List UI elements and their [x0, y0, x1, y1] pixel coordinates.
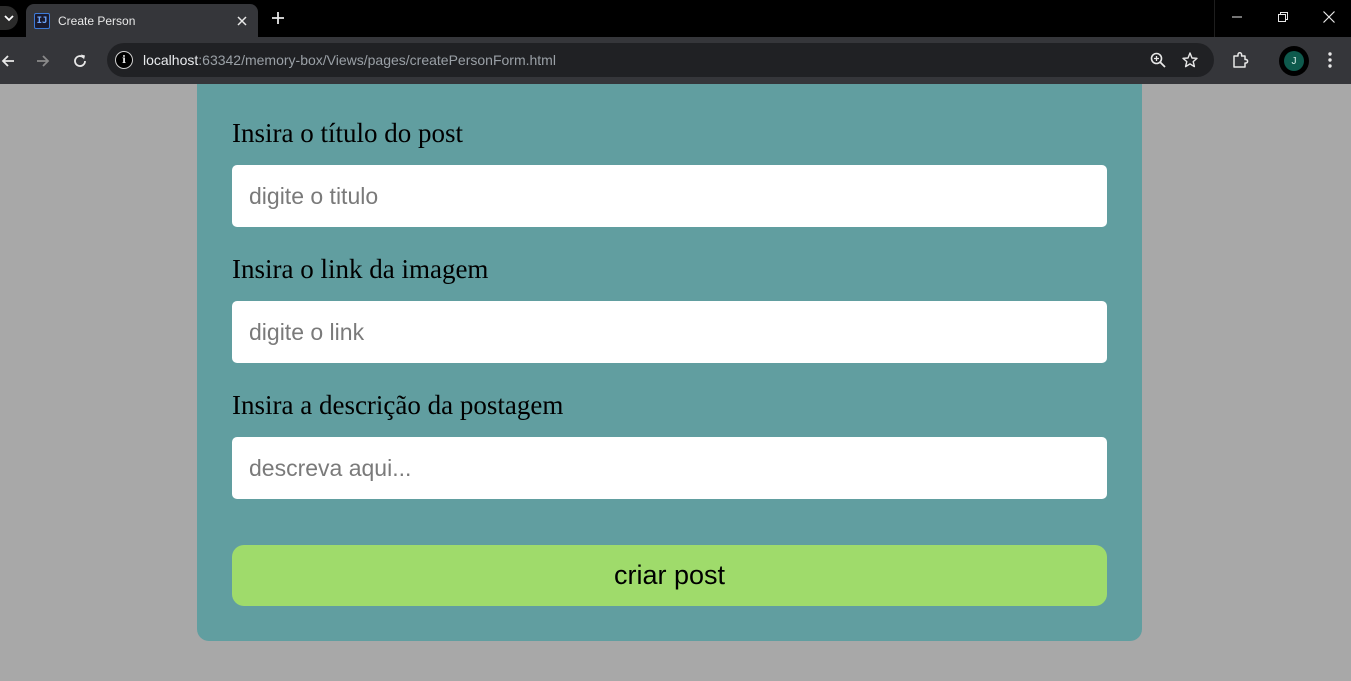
tab-title: Create Person [58, 13, 136, 28]
restore-icon [1278, 12, 1288, 22]
tab-search-button[interactable] [0, 6, 18, 30]
title-input[interactable] [232, 165, 1107, 227]
reload-button[interactable] [68, 49, 92, 73]
browser-tab[interactable]: IJ Create Person [26, 4, 258, 37]
close-window-button[interactable] [1306, 0, 1351, 34]
back-button[interactable] [0, 49, 20, 73]
arrow-right-icon [37, 55, 50, 67]
browser-tab-strip: IJ Create Person [0, 0, 1351, 37]
address-bar[interactable]: i localhost:63342/memory-box/Views/pages… [107, 43, 1214, 77]
browser-menu-icon[interactable] [1319, 49, 1341, 71]
profile-initial: J [1284, 51, 1304, 71]
new-tab-button[interactable] [267, 7, 289, 29]
bookmark-star-icon[interactable] [1181, 51, 1199, 69]
minimize-button[interactable] [1214, 0, 1260, 34]
plus-icon [272, 12, 284, 24]
close-window-icon [1323, 11, 1335, 23]
site-info-icon[interactable]: i [115, 51, 133, 69]
close-icon [237, 15, 247, 26]
title-label: Insira o título do post [232, 118, 463, 148]
reload-icon [74, 54, 86, 67]
page-viewport: Insira o título do post Insira o link da… [0, 84, 1351, 681]
description-label: Insira a descrição da postagem [232, 390, 564, 420]
profile-avatar[interactable]: J [1279, 46, 1309, 76]
image-link-input[interactable] [232, 301, 1107, 363]
create-post-form: Insira o título do post Insira o link da… [197, 84, 1142, 641]
zoom-icon[interactable] [1149, 51, 1167, 69]
chevron-down-icon [4, 15, 14, 22]
browser-toolbar: i localhost:63342/memory-box/Views/pages… [0, 37, 1351, 84]
description-input[interactable] [232, 437, 1107, 499]
tab-close-button[interactable] [234, 13, 250, 29]
url-text: localhost:63342/memory-box/Views/pages/c… [143, 52, 556, 68]
url-host: localhost [143, 52, 199, 68]
arrow-left-icon [1, 55, 14, 67]
forward-button[interactable] [31, 49, 55, 73]
image-link-label: Insira o link da imagem [232, 254, 489, 284]
create-post-button[interactable]: criar post [232, 545, 1107, 606]
extensions-icon[interactable] [1229, 49, 1251, 71]
minimize-icon [1232, 16, 1242, 18]
intellij-favicon-icon: IJ [34, 12, 50, 29]
restore-button[interactable] [1260, 0, 1306, 34]
url-path: :63342/memory-box/Views/pages/createPers… [198, 52, 556, 68]
